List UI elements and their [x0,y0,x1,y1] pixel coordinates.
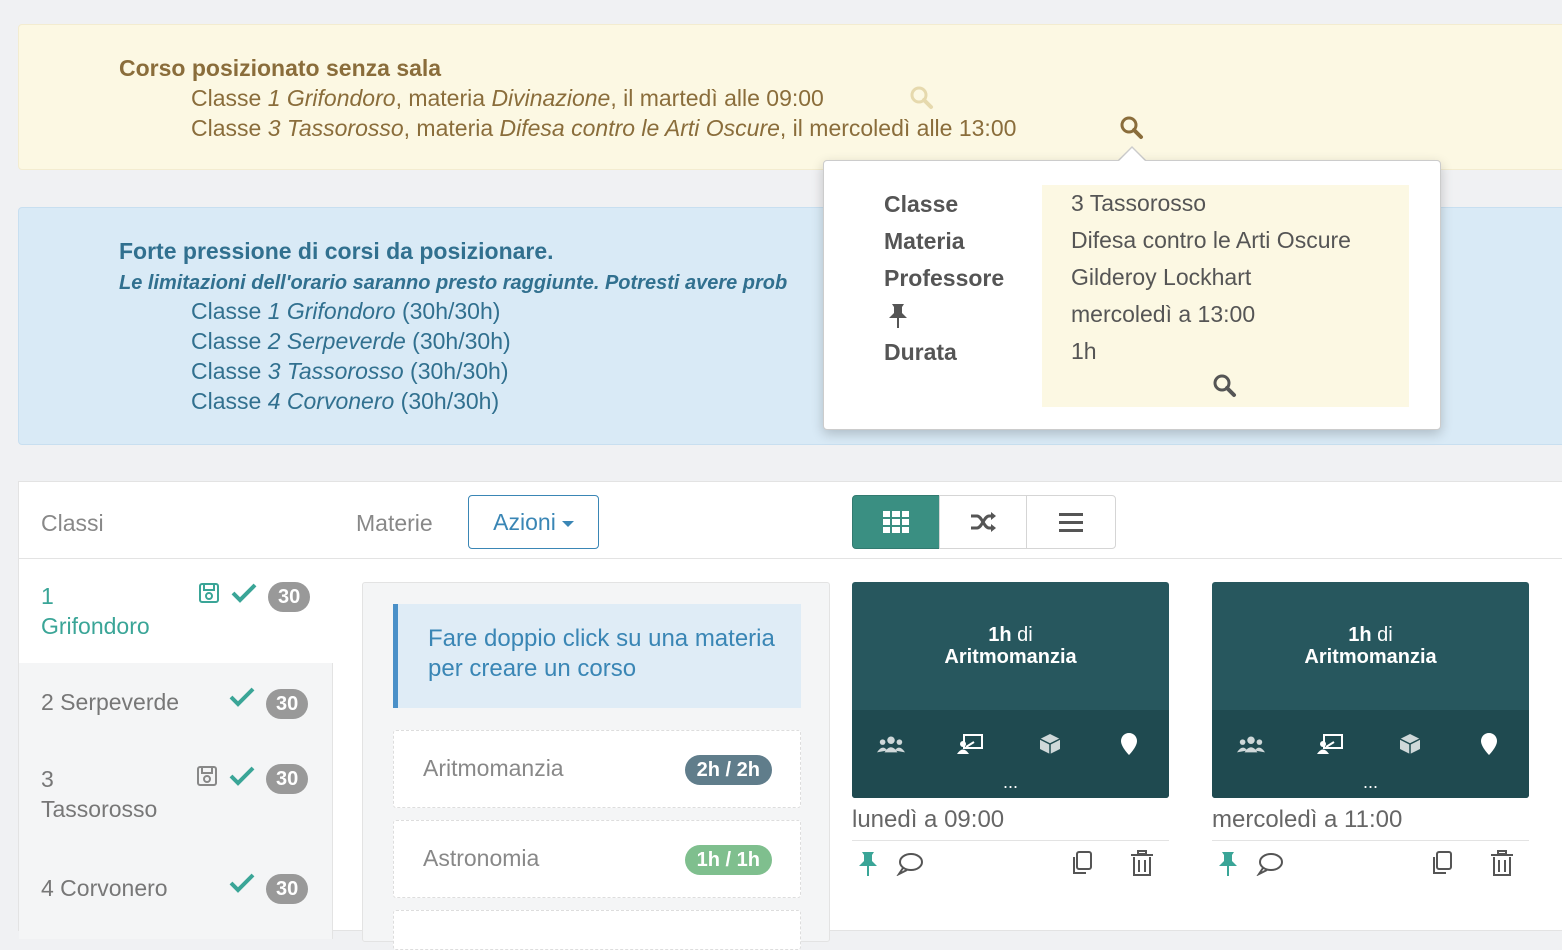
subject-hours-badge: 1h / 1h [684,845,772,875]
list-view-button[interactable] [1026,495,1116,549]
check-icon [231,583,257,608]
popover-value-teacher: Gilderoy Lockhart [1071,264,1252,290]
teacher-icon[interactable] [956,732,984,756]
class-item-tassorosso[interactable]: 3 Tassorosso 30 [19,748,333,853]
group-icon[interactable] [877,732,905,756]
info-title: Forte pressione di corsi da posizionare. [119,238,554,264]
warning-line: Classe 3 Tassorosso, materia Difesa cont… [191,115,1017,141]
check-icon [229,873,255,898]
cube-icon[interactable] [1396,732,1424,756]
hint-box: Fare doppio click su una materia per cre… [393,604,801,708]
search-icon[interactable] [1212,373,1238,404]
course-card-title: 1h di Aritmomanzia [944,624,1077,668]
info-line: Classe 2 Serpeverde (30h/30h) [191,328,511,354]
popover-arrow-inner [1118,148,1146,162]
course-card-header: 1h di Aritmomanzia [852,582,1169,710]
pin-icon [887,303,909,334]
more-dots[interactable]: ... [1212,772,1529,793]
info-subtitle: Le limitazioni dell'orario saranno prest… [119,272,788,294]
class-count-badge: 30 [266,689,309,719]
pin-icon[interactable] [1217,851,1239,882]
class-item-label: 4 Corvonero [41,875,168,901]
location-pin-icon[interactable] [1115,732,1143,756]
grid-icon [883,511,909,533]
actions-dropdown-button[interactable]: Azioni [468,495,599,549]
list-icon [1059,513,1083,532]
popover-value-subject: Difesa contro le Arti Oscure [1071,227,1351,253]
popover-value-duration: 1h [1071,338,1097,364]
cube-icon[interactable] [1036,732,1064,756]
info-line: Classe 3 Tassorosso (30h/30h) [191,358,509,384]
course-card-header: 1h di Aritmomanzia [1212,582,1529,710]
popover-label-subject: Materia [884,228,965,254]
shuffle-view-button[interactable] [939,495,1027,549]
class-item-serpeverde[interactable]: 2 Serpeverde 30 [19,663,333,748]
comment-icon[interactable] [1256,852,1284,881]
subject-hours-badge: 2h / 2h [684,755,772,785]
class-item-label: 1 Grifondoro [41,583,150,639]
group-icon[interactable] [1237,732,1265,756]
hint-text: Fare doppio click su una materia per cre… [428,625,775,682]
course-card[interactable]: 1h di Aritmomanzia ... [852,582,1169,798]
copy-icon[interactable] [1070,850,1094,881]
view-mode-toggle [852,495,1118,549]
course-card[interactable]: 1h di Aritmomanzia ... [1212,582,1529,798]
grid-view-button[interactable] [852,495,940,549]
info-line: Classe 4 Corvonero (30h/30h) [191,388,500,414]
popover-label-class: Classe [884,191,959,217]
divider [852,840,1169,841]
search-icon[interactable] [909,85,935,116]
course-card-title: 1h di Aritmomanzia [1304,624,1437,668]
warning-alert: Corso posizionato senza sala Classe 1 Gr… [18,24,1562,170]
caret-down-icon [561,520,574,527]
timetable-panel: Classi Materie Azioni 1 Grifondoro 30 2 … [18,481,1562,950]
shuffle-icon [971,512,996,532]
popover-label-teacher: Professore [884,265,1005,291]
comment-icon[interactable] [896,852,924,881]
trash-icon[interactable] [1490,850,1514,883]
course-card-toolbar: ... [1212,710,1529,798]
classes-sidebar: 1 Grifondoro 30 2 Serpeverde 30 3 Tassor… [19,559,333,939]
popover-values: 3 Tassorosso Difesa contro le Arti Oscur… [1042,185,1409,407]
class-count-badge: 30 [266,764,309,794]
course-popover: Classe Materia Professore Durata 3 Tasso… [823,160,1441,430]
subjects-panel: Fare doppio click su una materia per cre… [362,582,830,950]
teacher-icon[interactable] [1316,732,1344,756]
course-card-toolbar: ... [852,710,1169,798]
save-icon[interactable] [198,582,220,609]
class-item-label: 3 Tassorosso [41,766,158,822]
popover-value-pinned: mercoledì a 13:00 [1071,301,1256,327]
check-icon [229,687,255,712]
course-schedule: mercoledì a 11:00 [1212,806,1403,833]
info-line: Classe 1 Grifondoro (30h/30h) [191,298,501,324]
class-item-corvonero[interactable]: 4 Corvonero 30 [19,853,333,939]
class-item-label: 2 Serpeverde [41,689,180,715]
popover-value-class: 3 Tassorosso [1071,190,1207,216]
save-icon[interactable] [196,765,218,792]
class-count-badge: 30 [268,582,311,612]
subject-item[interactable] [393,910,801,950]
classes-header: Classi [41,510,104,536]
class-item-grifondoro[interactable]: 1 Grifondoro 30 [19,559,333,663]
search-icon[interactable] [1119,115,1145,146]
warning-line: Classe 1 Grifondoro, materia Divinazione… [191,85,824,111]
course-schedule: lunedì a 09:00 [852,806,1005,833]
copy-icon[interactable] [1430,850,1454,881]
subjects-header: Materie [356,510,433,536]
divider [1212,840,1529,841]
more-dots[interactable]: ... [852,772,1169,793]
check-icon [229,766,255,791]
subject-name: Aritmomanzia [423,755,564,781]
location-pin-icon[interactable] [1475,732,1503,756]
subject-name: Astronomia [423,845,540,871]
class-count-badge: 30 [266,874,309,904]
warning-title: Corso posizionato senza sala [119,55,442,81]
subject-item[interactable]: Astronomia 1h / 1h [393,820,801,898]
subject-item[interactable]: Aritmomanzia 2h / 2h [393,730,801,808]
pin-icon[interactable] [857,851,879,882]
trash-icon[interactable] [1130,850,1154,883]
popover-label-duration: Durata [884,339,957,365]
